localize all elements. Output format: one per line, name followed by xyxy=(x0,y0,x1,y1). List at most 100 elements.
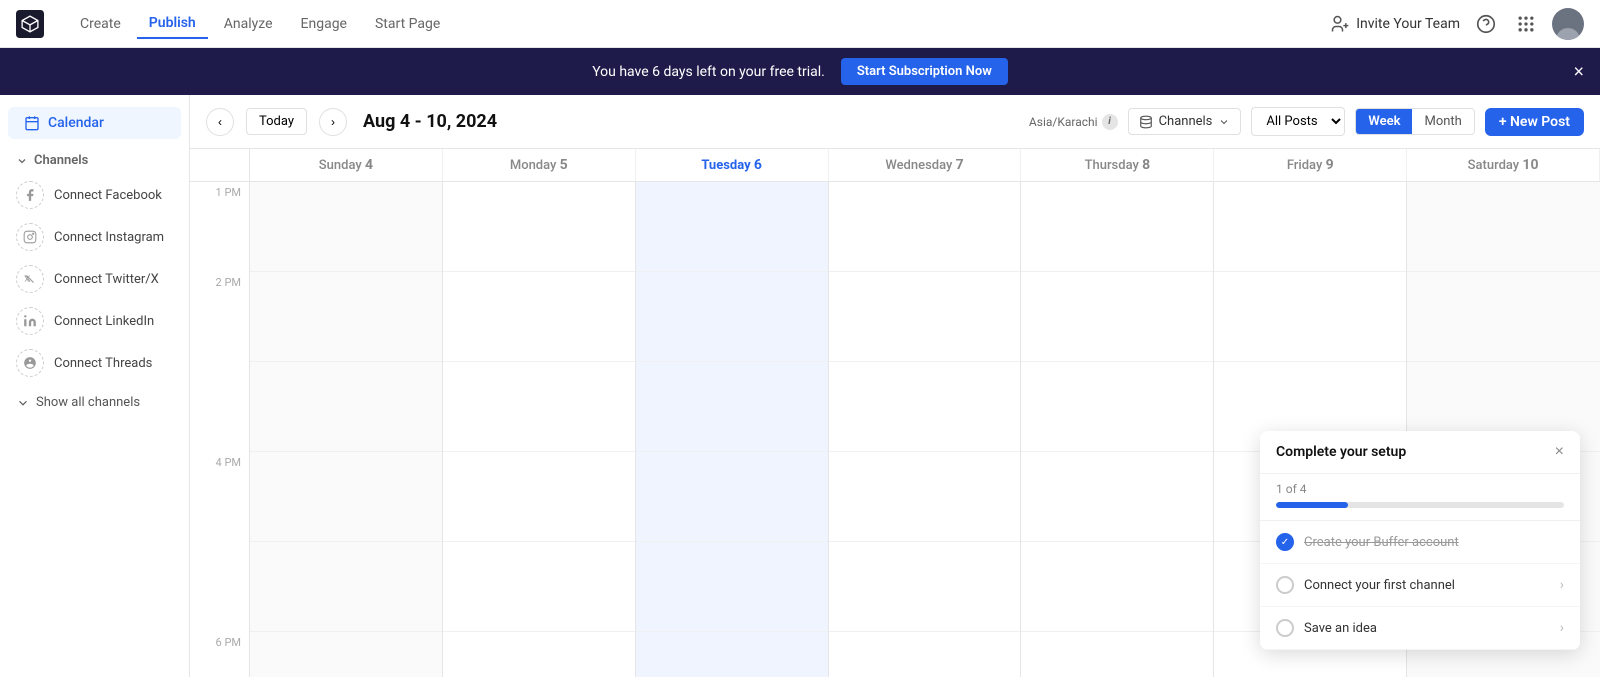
setup-header: Complete your setup × xyxy=(1260,431,1580,474)
posts-filter[interactable]: All Posts xyxy=(1251,107,1345,136)
nav-right: Invite Your Team xyxy=(1330,8,1584,40)
nav-engage[interactable]: Engage xyxy=(289,10,359,38)
next-week-button[interactable]: › xyxy=(319,108,347,136)
channels-header[interactable]: Channels xyxy=(8,147,181,174)
channel-instagram[interactable]: Connect Instagram xyxy=(8,216,181,258)
nav-analyze[interactable]: Analyze xyxy=(212,10,285,38)
channel-twitter[interactable]: 𝕏 Connect Twitter/X xyxy=(8,258,181,300)
day-header-sunday: Sunday 4 xyxy=(250,149,443,181)
linkedin-icon xyxy=(16,307,44,335)
calendar-label: Calendar xyxy=(48,115,104,131)
channels-filter[interactable]: Channels xyxy=(1128,108,1242,135)
setup-item-label-create: Create your Buffer account xyxy=(1304,535,1459,550)
day-header-friday: Friday 9 xyxy=(1214,149,1407,181)
svg-text:𝕏: 𝕏 xyxy=(24,273,31,283)
start-subscription-button[interactable]: Start Subscription Now xyxy=(841,58,1008,85)
time-5pm xyxy=(190,542,250,632)
day-col-thursday[interactable] xyxy=(1021,182,1214,677)
time-3pm xyxy=(190,362,250,452)
timezone-info-icon[interactable]: i xyxy=(1102,114,1118,130)
show-all-channels-button[interactable]: Show all channels xyxy=(8,388,148,417)
setup-item-save-idea[interactable]: Save an idea › xyxy=(1260,607,1580,650)
day-col-monday[interactable] xyxy=(443,182,636,677)
threads-icon xyxy=(16,349,44,377)
channels-section: Channels Connect Facebook Connect Instag… xyxy=(0,147,189,417)
time-4pm: 4 PM xyxy=(190,452,250,542)
nav-create[interactable]: Create xyxy=(68,10,133,38)
setup-progress-label: 1 of 4 xyxy=(1276,482,1564,496)
nav-links: Create Publish Analyze Engage Start Page xyxy=(68,9,1322,39)
facebook-icon xyxy=(16,181,44,209)
time-header-spacer xyxy=(190,149,250,181)
setup-items: ✓ Create your Buffer account Connect you… xyxy=(1260,520,1580,650)
day-col-sunday[interactable] xyxy=(250,182,443,677)
linkedin-label: Connect LinkedIn xyxy=(54,314,154,329)
day-header-saturday: Saturday 10 xyxy=(1407,149,1600,181)
user-avatar[interactable] xyxy=(1552,8,1584,40)
chevron-right-icon-1: › xyxy=(1560,577,1564,593)
nav-publish[interactable]: Publish xyxy=(137,9,208,39)
channel-linkedin[interactable]: Connect LinkedIn xyxy=(8,300,181,342)
channel-threads[interactable]: Connect Threads xyxy=(8,342,181,384)
trial-banner-close[interactable]: × xyxy=(1573,61,1584,82)
time-1pm: 1 PM xyxy=(190,182,250,272)
trial-banner: You have 6 days left on your free trial.… xyxy=(0,48,1600,95)
channels-filter-chevron xyxy=(1218,116,1230,128)
setup-progress-area: 1 of 4 xyxy=(1260,474,1580,520)
day-col-tuesday[interactable] xyxy=(636,182,829,677)
timezone-display: Asia/Karachi i xyxy=(1029,114,1118,130)
week-view-button[interactable]: Week xyxy=(1356,109,1412,134)
facebook-label: Connect Facebook xyxy=(54,188,162,203)
month-view-button[interactable]: Month xyxy=(1412,109,1473,134)
day-header-wednesday: Wednesday 7 xyxy=(829,149,1022,181)
today-button[interactable]: Today xyxy=(246,108,307,135)
progress-bar-track xyxy=(1276,502,1564,508)
channels-filter-label: Channels xyxy=(1159,114,1213,129)
show-all-label: Show all channels xyxy=(36,395,140,410)
sidebar-calendar-button[interactable]: Calendar xyxy=(8,107,181,139)
day-header-monday: Monday 5 xyxy=(443,149,636,181)
invite-label: Invite Your Team xyxy=(1356,16,1460,32)
posts-filter-select[interactable]: All Posts xyxy=(1252,108,1344,135)
instagram-label: Connect Instagram xyxy=(54,230,164,245)
setup-widget: Complete your setup × 1 of 4 ✓ Create yo… xyxy=(1260,431,1580,650)
time-2pm: 2 PM xyxy=(190,272,250,362)
invite-team-button[interactable]: Invite Your Team xyxy=(1330,14,1460,34)
day-header-thursday: Thursday 8 xyxy=(1021,149,1214,181)
calendar-header-controls: Asia/Karachi i Channels All Posts xyxy=(1029,107,1584,136)
date-range-title: Aug 4 - 10, 2024 xyxy=(363,111,497,132)
setup-item-label-connect: Connect your first channel xyxy=(1304,578,1455,593)
channels-filter-icon xyxy=(1139,115,1153,129)
threads-label: Connect Threads xyxy=(54,356,152,371)
time-6pm: 6 PM xyxy=(190,632,250,677)
setup-close-button[interactable]: × xyxy=(1555,443,1564,461)
twitter-icon: 𝕏 xyxy=(16,265,44,293)
setup-title: Complete your setup xyxy=(1276,444,1406,460)
setup-item-label-idea: Save an idea xyxy=(1304,621,1377,636)
prev-week-button[interactable]: ‹ xyxy=(206,108,234,136)
day-header-tuesday: Tuesday 6 xyxy=(636,149,829,181)
nav-start-page[interactable]: Start Page xyxy=(363,10,452,38)
check-circle-empty-1 xyxy=(1276,576,1294,594)
calendar-header: ‹ Today › Aug 4 - 10, 2024 Asia/Karachi … xyxy=(190,95,1600,149)
days-header: Sunday 4 Monday 5 Tuesday 6 Wednesday 7 … xyxy=(190,149,1600,182)
channel-facebook[interactable]: Connect Facebook xyxy=(8,174,181,216)
view-toggle: Week Month xyxy=(1355,108,1474,135)
progress-bar-fill xyxy=(1276,502,1348,508)
chevron-right-icon-2: › xyxy=(1560,620,1564,636)
setup-item-connect-channel[interactable]: Connect your first channel › xyxy=(1260,564,1580,607)
help-icon[interactable] xyxy=(1472,10,1500,38)
setup-item-create-account[interactable]: ✓ Create your Buffer account xyxy=(1260,521,1580,564)
apps-icon[interactable] xyxy=(1512,10,1540,38)
check-circle-done: ✓ xyxy=(1276,533,1294,551)
top-nav: Create Publish Analyze Engage Start Page… xyxy=(0,0,1600,48)
twitter-label: Connect Twitter/X xyxy=(54,272,159,287)
channels-header-label: Channels xyxy=(34,153,88,168)
day-col-wednesday[interactable] xyxy=(829,182,1022,677)
sidebar: Calendar Channels Connect Facebook xyxy=(0,95,190,677)
new-post-button[interactable]: + New Post xyxy=(1485,108,1584,136)
time-column: 1 PM 2 PM 4 PM 6 PM 8 PM 10 PM xyxy=(190,182,250,677)
trial-banner-text: You have 6 days left on your free trial. xyxy=(592,64,825,80)
buffer-logo xyxy=(16,10,44,38)
instagram-icon xyxy=(16,223,44,251)
